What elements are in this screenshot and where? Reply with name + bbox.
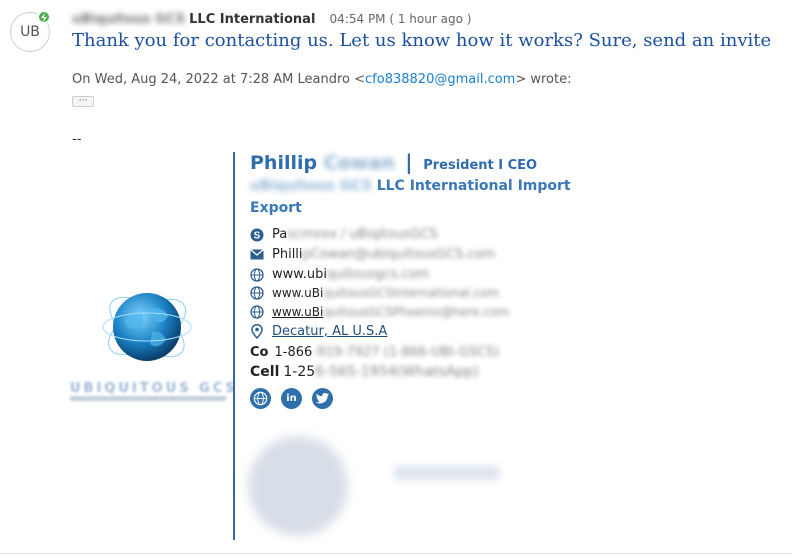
contact-location[interactable]: Decatur, AL U.S.A — [250, 324, 387, 339]
quote-prefix: On Wed, Aug 24, 2022 at 7:28 AM Leandro … — [72, 72, 366, 87]
sender-name[interactable]: LLC International — [189, 12, 315, 27]
signature-divider — [233, 152, 235, 540]
blurred-badge-image — [248, 436, 348, 536]
quote-suffix: > wrote: — [515, 72, 572, 87]
web-icon — [250, 267, 264, 282]
contact-website-3[interactable]: www.uBi quitousGCSPhoenix@here.com — [250, 305, 509, 319]
avatar-initials: UB — [20, 24, 40, 40]
message-bottom-divider — [0, 553, 792, 554]
social-links: in — [250, 388, 333, 409]
signature-separator: -- — [72, 132, 82, 147]
skype-icon: S — [250, 228, 264, 242]
cell-phone-label: Cell — [250, 364, 280, 380]
signature-first-name: Phillip — [250, 152, 318, 174]
quote-attribution: On Wed, Aug 24, 2022 at 7:28 AM Leandro … — [72, 72, 572, 87]
company-logo-wordmark: UBIQUITOUS GCS — [70, 381, 238, 396]
office-phone-label: Co — [250, 345, 269, 360]
contact-website-2[interactable]: www.uBi quitousGCSInternational.com — [250, 286, 499, 300]
svg-text:S: S — [254, 230, 261, 241]
signature-pipe: | — [405, 150, 413, 174]
contact-email[interactable]: Philli pCowan@ubiquitousGCS.com — [250, 247, 495, 262]
email-icon — [250, 248, 264, 262]
company-logo-tagline — [70, 396, 226, 401]
message-body: Thank you for contacting us. Let us know… — [72, 30, 772, 51]
signature-last-name-blurred: Cowan — [323, 152, 395, 174]
company-globe-logo — [102, 282, 192, 372]
location-text: Decatur, AL U.S.A — [272, 324, 388, 339]
message-timestamp: 04:54 PM ( 1 hour ago ) — [329, 12, 472, 26]
ellipsis-label: ··· — [78, 96, 88, 106]
signature-company-blurred: uBiquitous GCS — [250, 178, 372, 194]
contact-skype[interactable]: S Pa scmxxx / uBiqitousGCS — [250, 227, 438, 242]
globe-icon[interactable] — [250, 388, 271, 409]
web-icon — [250, 305, 264, 319]
sender-name-blurred: uBiquitous GCS — [72, 12, 186, 27]
location-icon — [250, 324, 264, 339]
signature-company: uBiquitous GCS LLC International Import … — [250, 175, 610, 219]
message-header: uBiquitous GCS LLC International 04:54 PM… — [72, 12, 471, 27]
signature-title: President I CEO — [423, 158, 538, 173]
show-trimmed-content-button[interactable]: ··· — [72, 96, 94, 107]
contact-cell-phone[interactable]: Cell 1-25 6-565-1954(WhatsApp) — [250, 364, 479, 380]
status-online-icon — [37, 10, 51, 24]
contact-office-phone[interactable]: Co 1-866 -919-7927 (1-866-UBI-GSCS) — [250, 345, 499, 360]
quote-email-link[interactable]: cfo838820@gmail.com — [365, 72, 515, 87]
contact-website-1[interactable]: www.ubi quitousgcs.com — [250, 267, 429, 282]
signature-name: Phillip Cowan | President I CEO — [250, 150, 537, 174]
linkedin-icon[interactable]: in — [281, 388, 302, 409]
twitter-icon[interactable] — [312, 388, 333, 409]
blurred-badge-text — [395, 466, 499, 480]
linkedin-label: in — [286, 393, 297, 404]
web-icon — [250, 286, 264, 300]
